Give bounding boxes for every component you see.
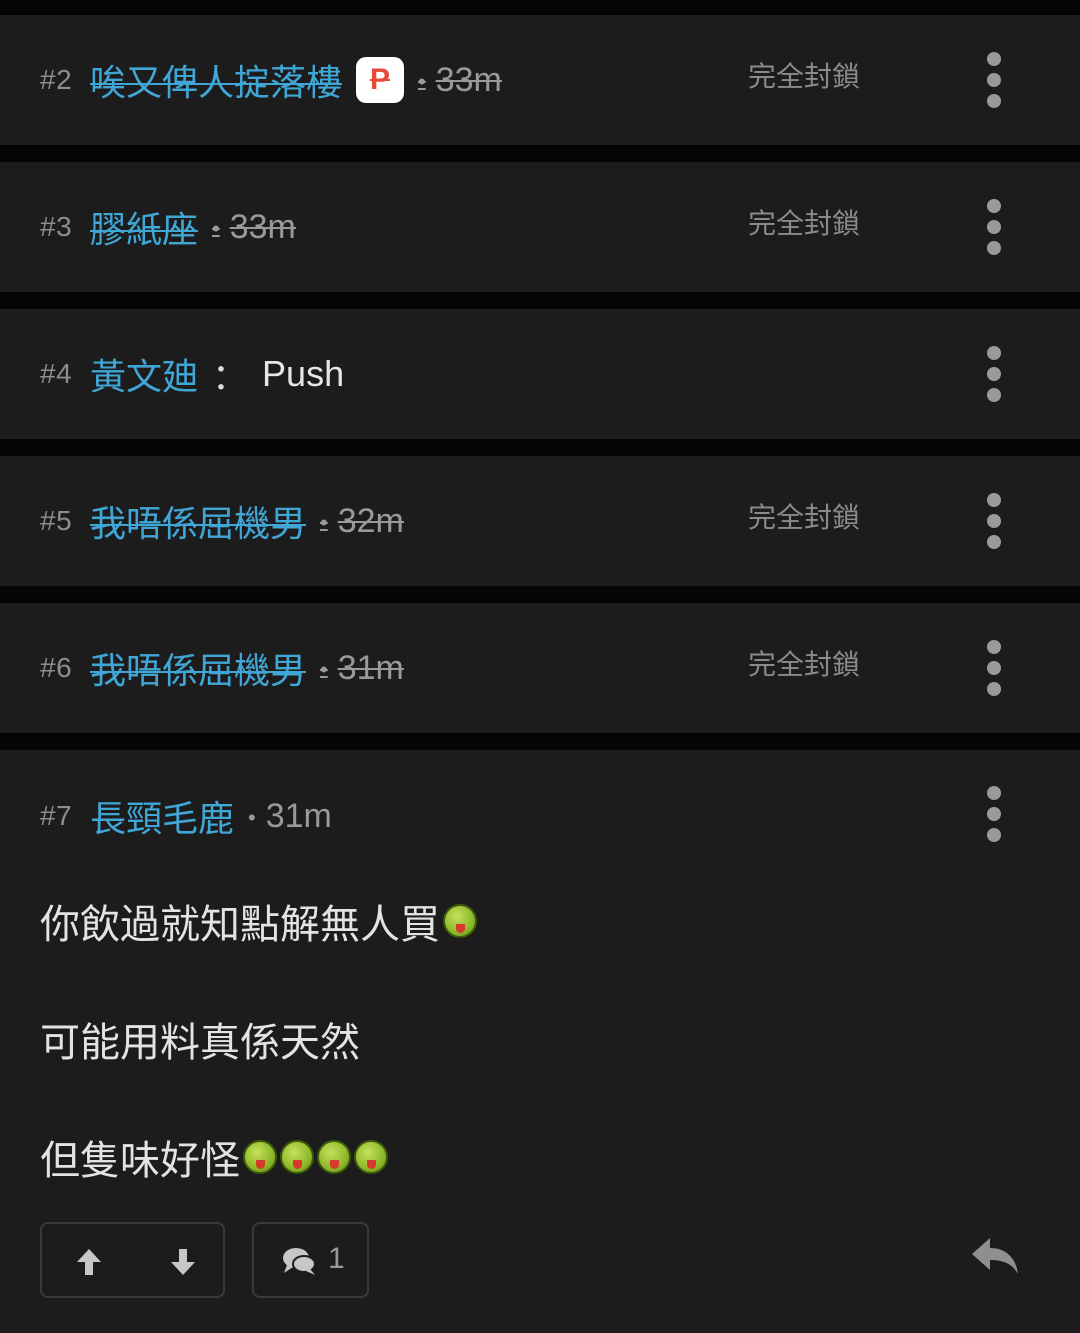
more-options-icon[interactable] [984,493,1004,549]
vote-group [40,1222,225,1298]
sick-face-emoji-icon [443,904,477,938]
sick-face-emoji-icon [354,1140,388,1174]
arrow-up-icon[interactable] [76,1248,102,1276]
username[interactable]: 我唔係屈機男 [90,642,306,694]
blocked-label: 完全封鎖 [748,61,861,92]
username[interactable]: 長頸毛鹿 [90,790,234,842]
sick-face-emoji-icon [317,1140,351,1174]
username[interactable]: 黃文廸 [90,348,198,400]
blocked-label: 完全封鎖 [748,208,861,239]
timestamp: 31m [265,796,332,835]
floor-number: #7 [40,800,73,831]
post-line: 可能用料真係天然 [40,1021,360,1065]
blocked-label: 完全封鎖 [748,649,861,680]
timestamp: 33m [435,60,502,99]
post-line: 但隻味好怪 [40,1128,388,1186]
username[interactable]: 我唔係屈機男 [90,495,306,547]
timestamp: 32m [337,501,404,540]
more-options-icon[interactable] [984,199,1004,255]
username[interactable]: 膠紙座 [90,201,198,253]
sick-face-emoji-icon [243,1140,277,1174]
quote-count-button[interactable]: 1 [252,1222,369,1298]
reply-row[interactable]: #2 唉又俾人掟落樓 P • 33m 完全封鎖 [0,15,1080,145]
floor-number: #2 [40,64,73,95]
more-options-icon[interactable] [984,346,1004,402]
blocked-label: 完全封鎖 [748,502,861,533]
reply-row[interactable]: #3 膠紙座 • 33m 完全封鎖 [0,162,1080,292]
reply-row[interactable]: #5 我唔係屈機男 • 32m 完全封鎖 [0,456,1080,586]
arrow-down-icon[interactable] [170,1248,196,1276]
timestamp: 33m [229,207,296,246]
reply-text: Push [262,353,345,394]
sick-face-emoji-icon [280,1140,314,1174]
floor-number: #5 [40,505,73,536]
more-options-icon[interactable] [984,786,1004,842]
reply-row[interactable]: #4 黃文廸 ： Push [0,309,1080,439]
post-line: 你飲過就知點解無人買 [40,892,477,950]
floor-number: #6 [40,652,73,683]
reply-row[interactable]: #6 我唔係屈機男 • 31m 完全封鎖 [0,603,1080,733]
timestamp: 31m [337,648,404,687]
more-options-icon[interactable] [984,640,1004,696]
badge-icon: P [356,57,405,103]
reply-count: 1 [328,1242,345,1275]
more-options-icon[interactable] [984,52,1004,108]
floor-number: #3 [40,211,73,242]
separator: ： [212,356,249,397]
reply-arrow-icon[interactable] [970,1236,1020,1276]
username[interactable]: 唉又俾人掟落樓 [90,54,342,106]
chat-bubbles-icon [283,1248,316,1275]
floor-number: #4 [40,358,73,389]
